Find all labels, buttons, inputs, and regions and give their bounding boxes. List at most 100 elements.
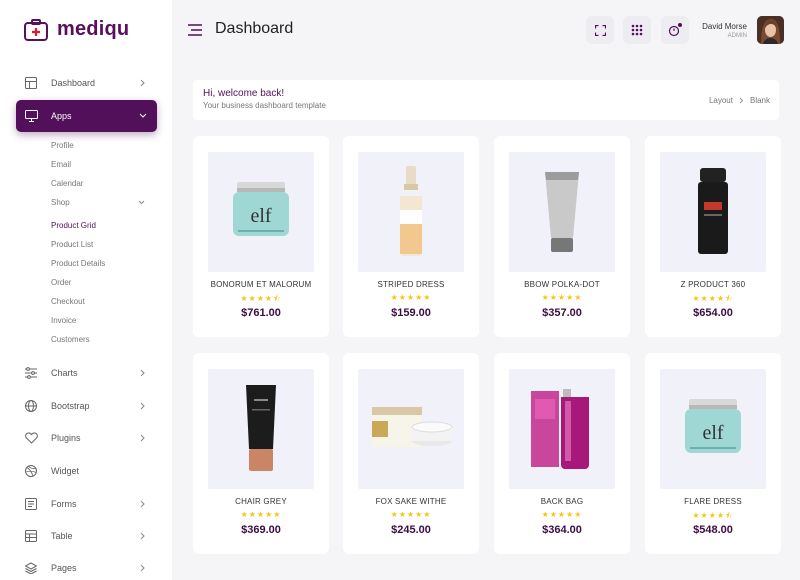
product-image[interactable] (358, 152, 464, 272)
product-image[interactable]: elf (660, 369, 766, 489)
brand-logo[interactable]: mediqu (24, 18, 129, 41)
sidebar-item-widget[interactable]: Widget (16, 455, 157, 487)
product-card[interactable]: BBOW POLKA-DOT ★★★★★ $357.00 (494, 136, 630, 337)
fullscreen-button[interactable] (586, 16, 614, 44)
sidebar-item-charts[interactable]: Charts (16, 357, 157, 389)
rating-stars: ★★★★★ (541, 293, 583, 302)
product-name[interactable]: BACK BAG (494, 497, 630, 506)
chevron-down-icon (138, 198, 145, 207)
sidebar-item-label: Plugins (51, 433, 81, 443)
sidebar-item-dashboard[interactable]: Dashboard (16, 67, 157, 99)
page-title: Dashboard (215, 20, 294, 37)
chevron-down-icon (139, 112, 147, 120)
product-price: $245.00 (391, 524, 431, 536)
sidebar-item-bootstrap[interactable]: Bootstrap (16, 390, 157, 422)
product-name[interactable]: FOX SAKE WITHE (343, 497, 479, 506)
sidebar-item-pages[interactable]: Pages (16, 552, 157, 580)
product-card[interactable]: CHAIR GREY ★★★★★ $369.00 (193, 353, 329, 554)
hamburger-menu-icon[interactable] (188, 24, 202, 36)
avatar[interactable] (757, 16, 784, 44)
brand-name: mediqu (57, 18, 130, 40)
sidebar-subitem-profile[interactable]: Profile (51, 141, 151, 150)
chevron-right-icon (139, 402, 147, 410)
grid-dots-icon (631, 24, 643, 36)
monitor-icon (24, 109, 38, 123)
sidebar-subitem-shop[interactable]: Shop (51, 198, 151, 207)
rating-stars: ★★★★★ (390, 293, 432, 302)
product-name[interactable]: BONORUM ET MALORUM (193, 280, 329, 289)
avatar-portrait-icon (757, 16, 784, 44)
product-price: $761.00 (241, 307, 281, 319)
sidebar-item-table[interactable]: Table (16, 520, 157, 552)
sidebar-subitem-order[interactable]: Order (51, 278, 151, 287)
product-image[interactable] (509, 152, 615, 272)
cream-jar-icon: elf (233, 182, 289, 236)
product-name[interactable]: Z PRODUCT 360 (645, 280, 781, 289)
welcome-title: Hi, welcome back! (203, 88, 285, 99)
dropper-bottle-icon (400, 166, 422, 256)
sidebar-subitem-product-details[interactable]: Product Details (51, 259, 151, 268)
chevron-right-icon (139, 434, 147, 442)
product-image[interactable] (208, 369, 314, 489)
chevron-right-icon (139, 564, 147, 572)
product-image[interactable] (509, 369, 615, 489)
sidebar-item-label: Apps (51, 111, 72, 121)
sidebar-subitem-product-list[interactable]: Product List (51, 240, 151, 249)
product-image[interactable]: elf (208, 152, 314, 272)
sidebar-subitem-invoice[interactable]: Invoice (51, 316, 151, 325)
sidebar-item-apps[interactable]: Apps (16, 100, 157, 132)
welcome-subtitle: Your business dashboard template (203, 101, 326, 110)
product-card[interactable]: Z PRODUCT 360 ★★★★⯪ $654.00 (645, 136, 781, 337)
black-tube-icon (246, 385, 276, 471)
notification-icon (668, 23, 682, 37)
rating-stars: ★★★★⯪ (692, 294, 734, 303)
heart-icon (24, 431, 38, 445)
product-name[interactable]: FLARE DRESS (645, 497, 781, 506)
sidebar: mediqu Dashboard Apps Profile Email Cale… (0, 0, 172, 580)
product-card[interactable]: BACK BAG ★★★★★ $364.00 (494, 353, 630, 554)
product-name[interactable]: CHAIR GREY (193, 497, 329, 506)
sidebar-subitem-email[interactable]: Email (51, 160, 151, 169)
product-image[interactable] (358, 369, 464, 489)
product-card[interactable]: elf BONORUM ET MALORUM ★★★★⯪ $761.00 (193, 136, 329, 337)
welcome-banner: Hi, welcome back! Your business dashboar… (193, 80, 779, 120)
sidebar-subitem-calendar[interactable]: Calendar (51, 179, 151, 188)
sidebar-subitem-product-grid[interactable]: Product Grid (51, 221, 151, 230)
breadcrumb-item-blank: Blank (749, 96, 770, 105)
product-price: $369.00 (241, 524, 281, 536)
product-image[interactable] (660, 152, 766, 272)
chevron-right-icon (139, 79, 147, 87)
sidebar-item-label: Table (51, 531, 73, 541)
apps-grid-button[interactable] (623, 16, 651, 44)
serum-box-icon (531, 389, 589, 469)
chevron-right-icon (139, 369, 147, 377)
layers-icon (24, 561, 38, 575)
sidebar-item-plugins[interactable]: Plugins (16, 422, 157, 454)
tube-icon (545, 172, 579, 252)
sidebar-item-label: Dashboard (51, 78, 96, 88)
product-card[interactable]: elf FLARE DRESS ★★★★⯪ $548.00 (645, 353, 781, 554)
chevron-right-icon (139, 500, 147, 508)
medical-bag-icon (24, 18, 48, 41)
product-card[interactable]: STRIPED DRESS ★★★★★ $159.00 (343, 136, 479, 337)
svg-text:elf: elf (702, 422, 723, 444)
product-name[interactable]: BBOW POLKA-DOT (494, 280, 630, 289)
sidebar-item-label: Forms (51, 499, 77, 509)
sidebar-subitem-checkout[interactable]: Checkout (51, 297, 151, 306)
breadcrumb-item-layout[interactable]: Layout (709, 96, 733, 105)
notifications-button[interactable] (661, 16, 689, 44)
table-icon (24, 529, 38, 543)
spray-can-icon (698, 168, 728, 254)
product-price: $357.00 (542, 307, 582, 319)
product-card[interactable]: FOX SAKE WITHE ★★★★★ $245.00 (343, 353, 479, 554)
sliders-icon (24, 366, 38, 380)
rating-stars: ★★★★★ (390, 510, 432, 519)
user-name: David Morse (702, 22, 747, 31)
product-price: $364.00 (542, 524, 582, 536)
sidebar-item-label: Charts (51, 368, 78, 378)
sidebar-subitem-customers[interactable]: Customers (51, 335, 151, 344)
sidebar-item-label: Pages (51, 563, 77, 573)
product-name[interactable]: STRIPED DRESS (343, 280, 479, 289)
sidebar-item-forms[interactable]: Forms (16, 488, 157, 520)
sidebar-subitem-label: Shop (51, 198, 70, 207)
